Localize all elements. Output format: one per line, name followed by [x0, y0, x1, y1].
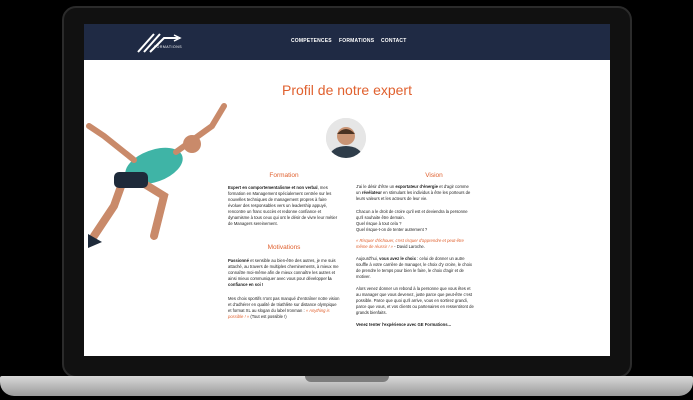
expert-avatar [326, 118, 366, 158]
base-notch [305, 376, 389, 382]
vision-p6-bold-text: Venez tenter l'expérience avec GE Format… [356, 322, 452, 327]
vision-p1: J'ai le désir d'être un exportateur d'én… [356, 184, 474, 202]
nav-formations[interactable]: FORMATIONS [339, 38, 374, 44]
nav-contact[interactable]: CONTACT [381, 38, 406, 44]
vision-p1-d: révélateur [361, 190, 382, 195]
vision-p5: Aujourd'hui, vous avez le choix : celui … [356, 256, 474, 280]
formation-text: Expert en comportementalisme et non verb… [228, 185, 340, 227]
vision-quote: « Risquer d'échouer, c'est risquer d'app… [356, 238, 474, 250]
runner-photo [86, 103, 227, 248]
laptop-base [0, 376, 693, 396]
vision-heading: Vision [425, 172, 443, 179]
vision-p5-b: vous avez le choix [379, 256, 416, 261]
ge-formations-logo[interactable] [134, 30, 194, 56]
motivations-p1: Passionné et sensible au bien-être des a… [228, 258, 340, 288]
vision-quote-author: - David Laroche. [393, 244, 425, 249]
formation-heading: Formation [269, 172, 299, 179]
formation-body: , mes formation en Management spécialeme… [228, 185, 338, 226]
motivations-heading: Motivations [267, 244, 301, 251]
motivations-p2: Mes choix sportifs n'ont pas manqué d'en… [228, 296, 340, 320]
vision-p6-bold: Venez tenter l'expérience avec GE Format… [356, 322, 474, 328]
motivations-p1-bold: Passionné [228, 258, 249, 263]
vision-p2: Chacun a le droit de croire qu'il est et… [356, 209, 468, 220]
top-navbar: FORMATIONS COMPETENCES FORMATIONS CONTAC… [84, 24, 610, 60]
vision-p1-b: exportateur d'énergie [395, 184, 438, 189]
nav-competences[interactable]: COMPETENCES [291, 38, 332, 44]
logo-subtext: FORMATIONS [154, 45, 183, 49]
formation-lead: Expert en comportementalisme et non verb… [228, 185, 318, 190]
vision-p6: Alors venez donner un rebond à la person… [356, 286, 474, 315]
page-title: Profil de notre expert [282, 82, 412, 98]
vision-p5-a: Aujourd'hui, [356, 256, 380, 261]
motivations-p2-end: (Tout est possible !) [249, 314, 287, 319]
browser-viewport: FORMATIONS COMPETENCES FORMATIONS CONTAC… [84, 24, 610, 356]
vision-p1-a: J'ai le désir d'être un [356, 184, 396, 189]
vision-p4: Quel risque-t-on de tenter autrement ? [356, 227, 428, 232]
